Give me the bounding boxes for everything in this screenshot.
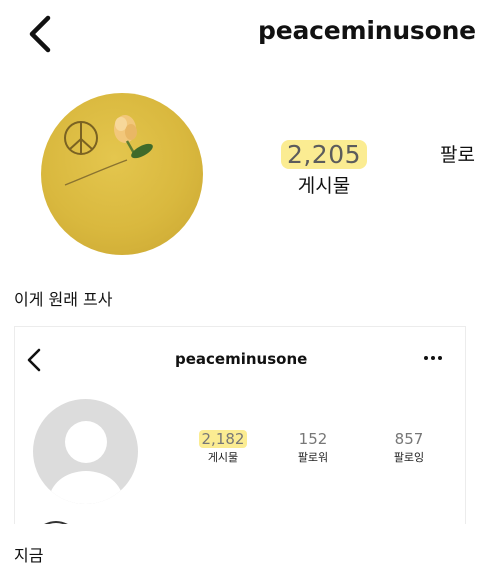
back-arrow-icon[interactable] [23,345,47,375]
followers-count: 152 [298,430,328,448]
original-profile-screenshot: peaceminusone 2,205 게시물 팔로 [0,0,480,272]
posts-label: 게시물 [207,451,239,464]
more-options-icon[interactable] [423,355,443,361]
default-profile-picture[interactable] [33,399,138,504]
avatar-body-silhouette [49,471,123,504]
posts-stat[interactable]: 2,182 게시물 [187,429,259,465]
profile-username: peaceminusone [258,16,476,45]
following-label: 팔로잉 [393,451,425,464]
profile-picture-original[interactable] [41,93,203,255]
followers-label: 팔로워 [297,451,329,464]
posts-label: 게시물 [297,175,351,197]
followers-label-cropped: 팔로 [440,144,475,166]
peace-sign-rose-image [64,115,153,186]
posts-stat[interactable]: 2,205 게시물 [276,140,372,198]
posts-count: 2,182 [198,430,248,448]
cropped-highlight-icon [44,521,68,524]
following-stat[interactable]: 857 팔로잉 [373,429,445,465]
caption-original-photo: 이게 원래 프사 [14,290,113,309]
following-count: 857 [394,430,424,448]
avatar-head-silhouette [65,421,107,463]
posts-count: 2,205 [280,140,368,169]
current-profile-screenshot: peaceminusone 2,182 게시물 152 팔로워 857 팔로잉 [14,326,466,524]
back-arrow-icon[interactable] [24,12,60,56]
profile-username: peaceminusone [175,350,308,368]
caption-now: 지금 [14,546,44,565]
followers-stat[interactable]: 152 팔로워 [277,429,349,465]
